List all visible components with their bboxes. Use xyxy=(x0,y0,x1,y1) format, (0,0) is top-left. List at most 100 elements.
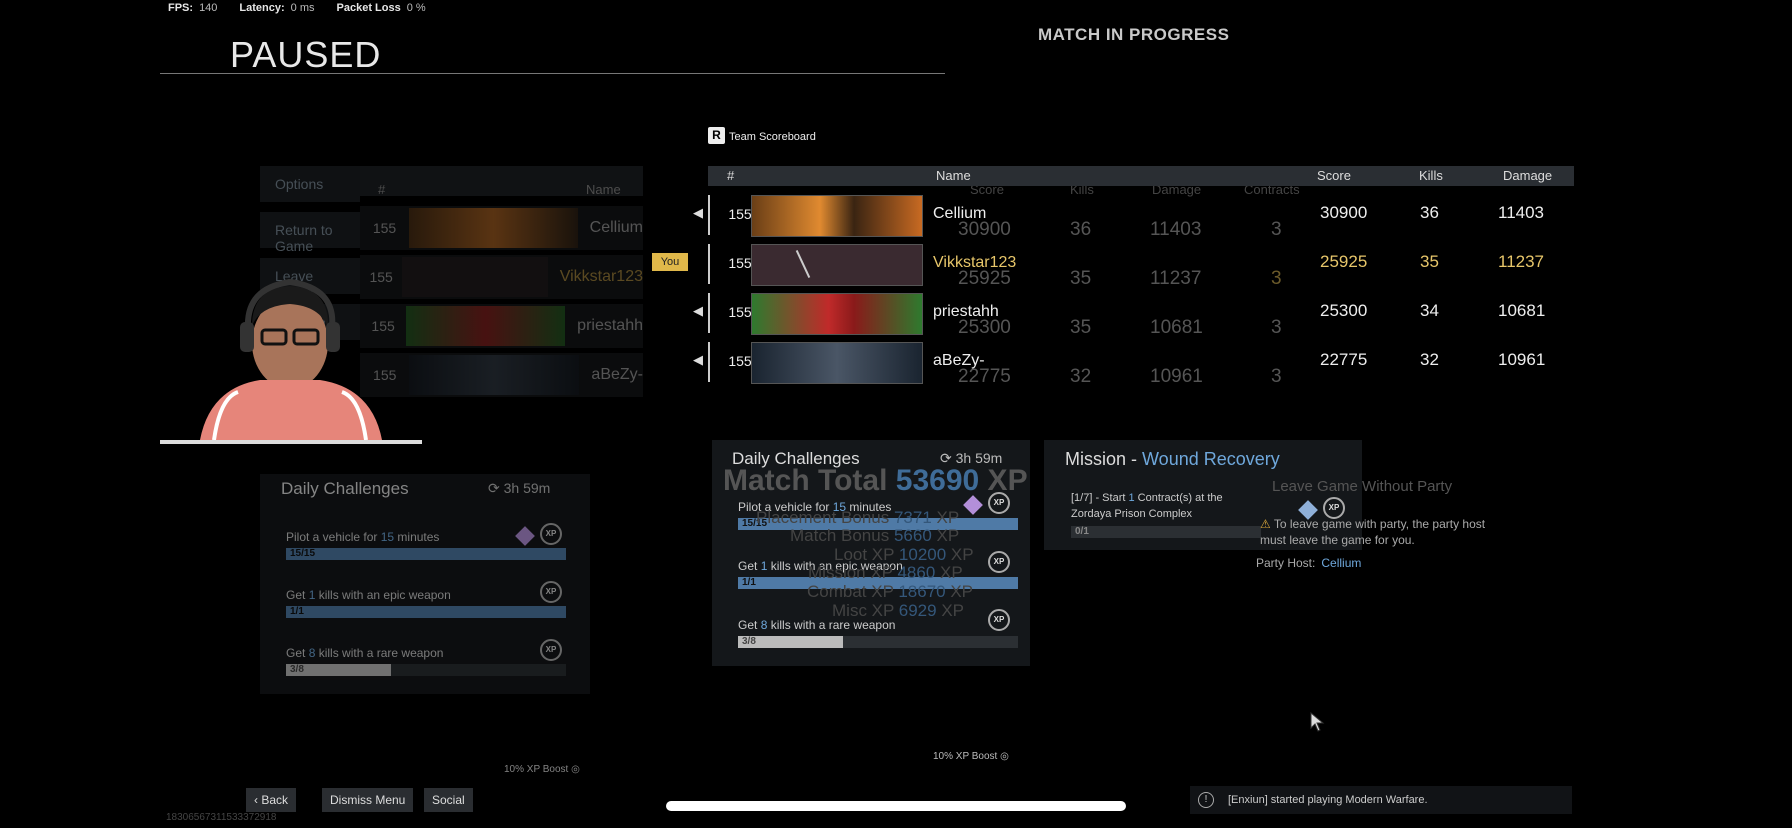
ghost-avatar xyxy=(409,355,580,395)
ghost-row: 155 Cellium xyxy=(360,206,643,250)
scoreboard-header: # Name Score Kills Damage xyxy=(708,166,1574,186)
daily-challenges-timer: ⟳ 3h 59m xyxy=(488,480,551,496)
scoreboard-row[interactable]: ◀ 155 Cellium 30900 36 11403 3 30900 36 … xyxy=(693,193,1574,240)
challenge-text: Pilot a vehicle for 15 minutes xyxy=(286,530,440,544)
scroll-indicator[interactable] xyxy=(666,801,1126,811)
session-id: 18306567311533372918 xyxy=(166,812,277,823)
ghost-score: 25925 xyxy=(958,268,1011,289)
notification-toast: ! [Enxiun] started playing Modern Warfar… xyxy=(1190,786,1572,814)
speaker-icon[interactable]: ◀ xyxy=(693,303,703,319)
xp-breakdown-line: Placement Bonus 7371 XP xyxy=(756,508,960,527)
ghost-avatar xyxy=(409,208,578,248)
xp-icon: XP xyxy=(540,639,562,661)
scoreboard-row-self[interactable]: 155 Vikkstar123 25925 35 11237 3 25925 3… xyxy=(708,242,1574,289)
ghost-contracts: 3 xyxy=(1271,366,1282,387)
player-calling-card xyxy=(751,342,923,384)
player-kills: 36 xyxy=(1420,203,1439,222)
social-button[interactable]: Social xyxy=(424,788,473,812)
packet-loss-stat: Packet Loss 0 % xyxy=(336,2,426,14)
fps-stat: FPS: 140 xyxy=(168,2,218,14)
rank-divider xyxy=(708,342,710,382)
player-damage: 11403 xyxy=(1498,203,1545,222)
mission-description: [1/7] - Start 1 Contract(s) at the Zorda… xyxy=(1071,492,1223,520)
col-score: Score xyxy=(1317,168,1351,183)
webcam-border xyxy=(160,440,422,444)
ghost-damage: 10961 xyxy=(1150,366,1203,387)
scoreboard-row[interactable]: ◀ 155 aBeZy- 22775 32 10961 3 22775 32 1… xyxy=(693,340,1574,387)
challenge-progress-bar: 15/15 xyxy=(286,548,566,560)
ghost-contracts: 3 xyxy=(1271,317,1282,338)
player-score: 30900 xyxy=(1320,203,1368,222)
challenge-progress-bar: 3/8 xyxy=(738,636,1018,648)
challenge-text: Get 1 kills with an epic weapon xyxy=(286,588,451,602)
xp-breakdown-line: Combat XP 18670 XP xyxy=(807,582,974,601)
xp-breakdown-line: Loot XP 10200 XP xyxy=(834,545,974,564)
streamer-webcam xyxy=(200,278,382,440)
ghost-score: 25300 xyxy=(958,317,1011,338)
speaker-icon[interactable]: ◀ xyxy=(693,205,703,221)
back-button[interactable]: ‹ Back xyxy=(246,788,297,812)
you-badge: You xyxy=(652,253,688,271)
xp-breakdown-line: Match Bonus 5660 XP xyxy=(790,526,960,545)
rank-divider xyxy=(708,195,710,235)
mouse-cursor-icon xyxy=(1310,712,1325,732)
ghost-damage: 10681 xyxy=(1150,317,1203,338)
title-divider xyxy=(160,73,945,74)
ghost-avatar xyxy=(402,257,548,297)
ghost-kills: 35 xyxy=(1070,268,1092,289)
progress-fill xyxy=(286,606,566,618)
daily-challenges-bg-panel: Daily Challenges ⟳ 3h 59m Pilot a vehicl… xyxy=(260,474,590,694)
col-damage: Damage xyxy=(1503,168,1553,183)
page-title: PAUSED xyxy=(230,34,382,75)
ghost-scoreboard-header: # Name xyxy=(360,166,643,197)
challenge-progress-bar: 3/8 xyxy=(286,664,566,676)
player-kills: 32 xyxy=(1420,350,1439,369)
ghost-row: 155 Vikkstar123 xyxy=(360,255,643,299)
xp-breakdown-line: Mission XP 4860 XP xyxy=(808,563,963,582)
daily-challenges-title: Daily Challenges xyxy=(281,479,409,498)
player-damage: 10961 xyxy=(1498,350,1546,369)
match-status: MATCH IN PROGRESS xyxy=(1038,25,1230,44)
xp-boost-label: 10% XP Boost ◎ xyxy=(504,764,580,775)
xp-boost-label: 10% XP Boost ◎ xyxy=(933,751,1009,762)
challenge-text: Get 8 kills with a rare weapon xyxy=(286,646,444,660)
ghost-row: 155 priestahh xyxy=(360,304,643,348)
match-total-ghost: Match Total 53690 XP xyxy=(723,464,1028,497)
xp-icon: XP xyxy=(540,581,562,603)
ghost-kills: 36 xyxy=(1070,219,1092,240)
challenge-progress-bar: 1/1 xyxy=(286,606,566,618)
player-calling-card xyxy=(751,244,923,286)
refresh-icon: ⟳ xyxy=(488,480,504,496)
player-kills: 35 xyxy=(1420,252,1439,271)
rank-divider xyxy=(708,244,710,284)
mission-progress-bar: 0/1 xyxy=(1071,526,1261,538)
player-score: 25925 xyxy=(1320,252,1368,271)
options-header: Options xyxy=(260,166,360,202)
ghost-damage: 11403 xyxy=(1150,219,1202,240)
col-name: Name xyxy=(936,168,971,183)
ghost-row: 155 aBeZy- xyxy=(360,353,643,397)
tier-diamond-icon xyxy=(963,495,983,515)
xp-boost-icon: ◎ xyxy=(1000,751,1009,762)
info-icon: ! xyxy=(1198,792,1214,808)
r-key-icon: R xyxy=(708,127,725,144)
warning-icon: ⚠ xyxy=(1260,517,1274,531)
party-host: Party Host: Cellium xyxy=(1256,556,1362,570)
speaker-icon[interactable]: ◀ xyxy=(693,352,703,368)
return-to-game-button[interactable]: Return to Game xyxy=(260,212,360,254)
dismiss-menu-button[interactable]: Dismiss Menu xyxy=(322,788,414,812)
ghost-contracts: 3 xyxy=(1271,219,1282,240)
ghost-damage: 11237 xyxy=(1150,268,1202,289)
player-damage: 11237 xyxy=(1498,252,1545,271)
player-damage: 10681 xyxy=(1498,301,1546,320)
player-score: 25300 xyxy=(1320,301,1368,320)
mission-title: Mission - Wound Recovery xyxy=(1065,449,1280,469)
leave-party-warning: ⚠ To leave game with party, the party ho… xyxy=(1260,517,1486,547)
col-num: # xyxy=(727,168,735,183)
player-score: 22775 xyxy=(1320,350,1368,369)
leave-without-party-button[interactable]: Leave Game Without Party xyxy=(1272,478,1452,495)
team-scoreboard-toggle[interactable]: Team Scoreboard xyxy=(729,131,816,143)
xp-breakdown-line: Misc XP 6929 XP xyxy=(832,601,964,620)
scoreboard-row[interactable]: ◀ 155 priestahh 25300 35 10681 3 25300 3… xyxy=(693,291,1574,338)
progress-fill xyxy=(286,548,566,560)
